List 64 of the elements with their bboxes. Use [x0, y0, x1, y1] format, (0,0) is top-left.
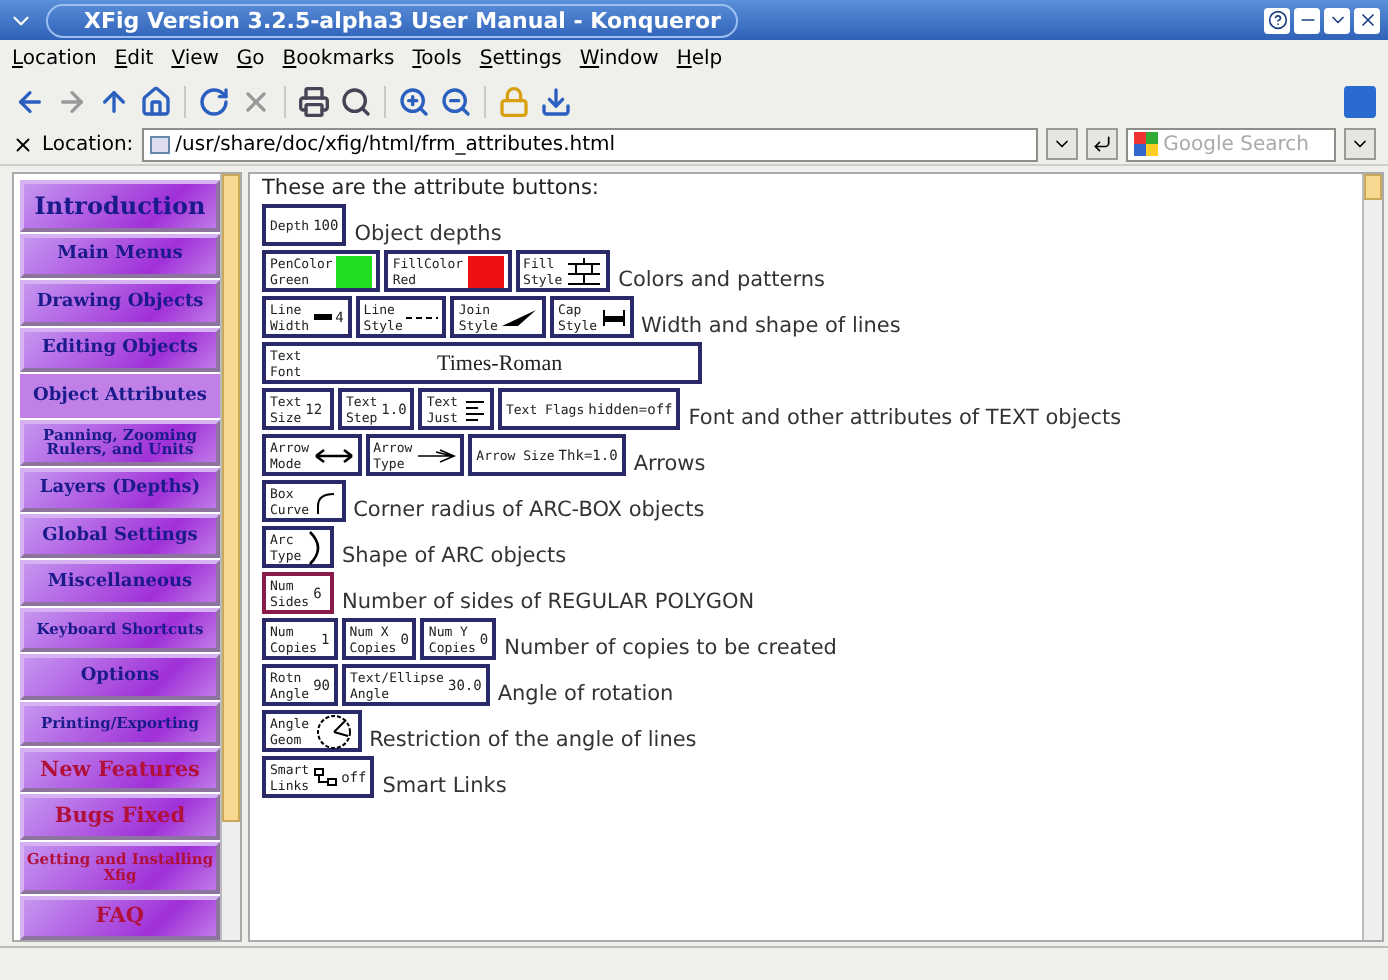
nav-link[interactable]: Drawing Objects [20, 280, 220, 326]
text-justify-icon [461, 397, 486, 421]
menu-item[interactable]: Settings [479, 48, 562, 70]
go-button[interactable] [1085, 128, 1118, 160]
close-button[interactable] [1354, 7, 1380, 33]
download-icon[interactable] [538, 83, 574, 119]
dropdown-button[interactable] [1045, 128, 1078, 160]
menu-item[interactable]: Bookmarks [282, 48, 395, 70]
window-title: XFig Version 3.2.5-alpha3 User Manual - Konqueror [84, 7, 721, 33]
nav-link[interactable]: Main Menus [20, 233, 220, 279]
nav-link[interactable]: Object Attributes [20, 373, 220, 419]
double-arrow-icon [313, 447, 354, 463]
menu-item[interactable]: Go [236, 48, 265, 70]
attribute-description: Corner radius of ARC-BOX objects [353, 498, 705, 522]
search-engine-icon [1133, 132, 1158, 156]
brick-pattern-icon [566, 257, 603, 285]
attribute-description: Restriction of the angle of lines [369, 728, 697, 752]
menu-item[interactable]: Tools [412, 48, 462, 70]
zoom-out-icon[interactable] [438, 83, 474, 119]
page-icon [149, 135, 170, 153]
menu-item[interactable]: Location [12, 48, 97, 70]
rounded-corner-icon [313, 489, 338, 513]
nav-link[interactable]: Layers (Depths) [20, 467, 220, 513]
scrollbar[interactable] [1362, 174, 1382, 940]
attribute-description: Angle of rotation [497, 682, 674, 706]
clear-icon[interactable] [12, 133, 34, 155]
scrollbar[interactable] [220, 174, 240, 940]
menu-item[interactable]: Help [676, 48, 723, 70]
location-label: Location: [42, 133, 134, 155]
attribute-description: Font and other attributes of TEXT objects [688, 406, 1122, 430]
attribute-description: Width and shape of lines [641, 314, 901, 338]
url-field[interactable]: /usr/share/doc/xfig/html/frm_attributes.html [141, 127, 1038, 161]
close-icon [1357, 10, 1377, 30]
attribute-description: Number of sides of REGULAR POLYGON [342, 590, 755, 614]
menu-item[interactable]: Edit [114, 48, 154, 70]
line-cap-icon [601, 309, 626, 325]
enter-icon [1091, 134, 1112, 154]
attribute-description: Object depths [354, 222, 502, 246]
nav-link[interactable]: Editing Objects [20, 327, 220, 372]
maximize-button[interactable] [1324, 7, 1350, 33]
attribute-description: Arrows [633, 452, 706, 476]
dropdown-button[interactable] [1344, 128, 1376, 160]
printer-icon[interactable] [296, 83, 332, 119]
find-icon[interactable] [338, 83, 374, 119]
miter-join-icon [501, 307, 538, 327]
arrowhead-icon [416, 447, 457, 463]
attribute-description: Shape of ARC objects [342, 544, 567, 568]
help-button[interactable] [1264, 7, 1290, 33]
attribute-description: Number of copies to be created [504, 636, 837, 660]
zoom-in-icon[interactable] [396, 83, 432, 119]
attribute-description: Colors and patterns [618, 268, 825, 292]
menu-item[interactable]: Window [579, 48, 659, 70]
angle-dial-icon [313, 713, 354, 749]
intro-text: These are the attribute buttons: [262, 176, 601, 200]
linked-boxes-icon [313, 767, 338, 787]
nav-link[interactable]: Global Settings [20, 514, 220, 559]
home-icon[interactable] [138, 83, 174, 119]
attribute-description: Smart Links [382, 774, 507, 798]
logo-icon[interactable] [1344, 85, 1376, 117]
dashed-line-icon [406, 313, 439, 321]
reload-icon[interactable] [196, 83, 232, 119]
menu-item[interactable]: View [171, 48, 219, 70]
help-icon [1267, 10, 1287, 30]
minimize-button[interactable] [1294, 7, 1320, 33]
